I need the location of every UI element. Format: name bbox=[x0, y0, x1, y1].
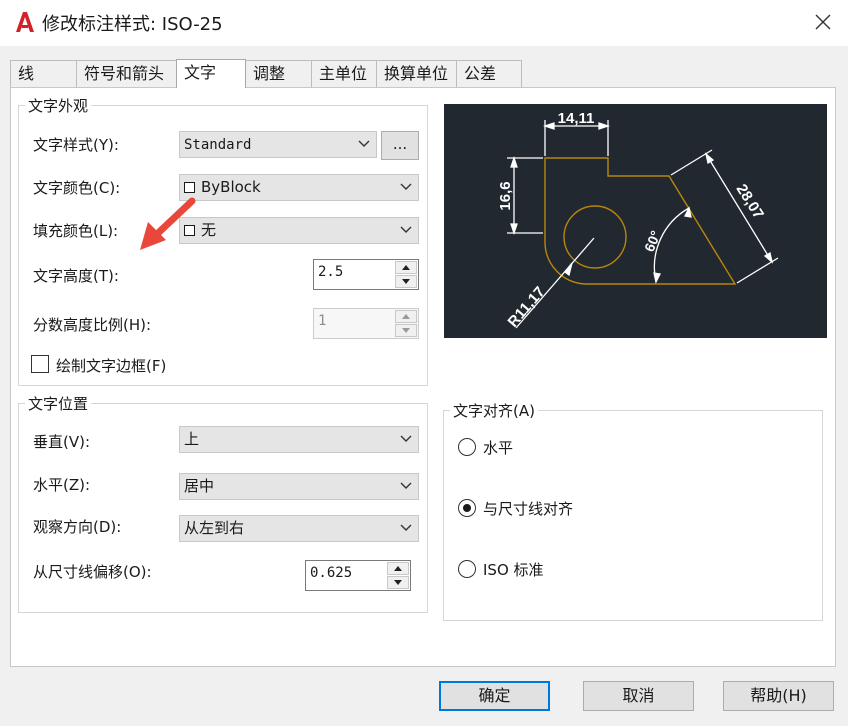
cancel-button[interactable]: 取消 bbox=[583, 681, 694, 711]
preview-background bbox=[444, 104, 827, 338]
triangle-down-icon bbox=[402, 279, 410, 284]
text-height-spinner[interactable]: 2.5 bbox=[313, 259, 419, 290]
tab-lines[interactable]: 线 bbox=[10, 60, 77, 87]
triangle-up-icon bbox=[394, 566, 402, 571]
radio-selected-dot bbox=[463, 504, 471, 512]
text-alignment-group: 文字对齐(A) 水平 与尺寸线对齐 ISO 标准 bbox=[443, 400, 823, 621]
close-button[interactable] bbox=[808, 8, 838, 36]
triangle-up-icon bbox=[402, 265, 410, 270]
offset-value: 0.625 bbox=[310, 565, 353, 581]
fill-color-label: 填充颜色(L): bbox=[33, 222, 119, 240]
triangle-up-icon bbox=[402, 314, 410, 319]
triangle-down-icon bbox=[402, 328, 410, 333]
fraction-height-spinner: 1 bbox=[313, 308, 419, 339]
vertical-dropdown[interactable]: 上 bbox=[179, 426, 419, 453]
view-direction-label: 观察方向(D): bbox=[33, 518, 122, 536]
text-style-value: Standard bbox=[184, 137, 252, 153]
spin-down-button[interactable] bbox=[387, 576, 409, 589]
triangle-down-icon bbox=[394, 580, 402, 585]
chevron-down-icon bbox=[400, 482, 412, 489]
tab-symbols-arrows[interactable]: 符号和箭头 bbox=[76, 60, 177, 87]
text-style-dropdown[interactable]: Standard bbox=[179, 131, 377, 158]
autocad-a-icon bbox=[16, 12, 34, 32]
tab-primary-units[interactable]: 主单位 bbox=[311, 60, 377, 87]
chevron-down-icon bbox=[400, 435, 412, 442]
text-frame-checkbox[interactable] bbox=[31, 355, 49, 373]
dim-top-label: 14,11 bbox=[558, 110, 595, 127]
align-horizontal-label: 水平 bbox=[483, 439, 514, 457]
text-frame-label: 绘制文字边框(F) bbox=[56, 357, 167, 375]
horizontal-dropdown[interactable]: 居中 bbox=[179, 473, 419, 500]
annotation-arrow-icon bbox=[140, 197, 196, 250]
text-placement-legend: 文字位置 bbox=[25, 393, 92, 414]
text-placement-group: 文字位置 垂直(V): 上 水平(Z): 居中 观察方向(D): 从左到右 从尺… bbox=[18, 393, 428, 613]
horizontal-label: 水平(Z): bbox=[33, 476, 91, 494]
chevron-down-icon bbox=[358, 140, 370, 147]
text-alignment-legend: 文字对齐(A) bbox=[450, 400, 538, 421]
spin-up-button[interactable] bbox=[387, 562, 409, 575]
tab-alternate-units[interactable]: 换算单位 bbox=[376, 60, 457, 87]
fill-color-value: 无 bbox=[201, 221, 217, 239]
text-color-label: 文字颜色(C): bbox=[33, 179, 121, 197]
chevron-down-icon bbox=[400, 524, 412, 531]
chevron-down-icon bbox=[400, 183, 412, 190]
vertical-value: 上 bbox=[184, 430, 200, 448]
align-iso-radio[interactable] bbox=[458, 560, 476, 578]
tab-panel-text: 文字外观 文字样式(Y): Standard ... 文字颜色(C): ByBl… bbox=[10, 87, 836, 667]
dim-left-label: 16,6 bbox=[497, 181, 514, 210]
align-iso-label: ISO 标准 bbox=[483, 561, 544, 579]
vertical-label: 垂直(V): bbox=[33, 433, 91, 451]
horizontal-value: 居中 bbox=[184, 477, 215, 495]
view-direction-value: 从左到右 bbox=[184, 519, 245, 537]
spin-down-button[interactable] bbox=[395, 275, 417, 288]
tab-fit[interactable]: 调整 bbox=[245, 60, 312, 87]
text-style-browse-button[interactable]: ... bbox=[381, 131, 419, 160]
align-horizontal-radio[interactable] bbox=[458, 438, 476, 456]
window-title: 修改标注样式: ISO-25 bbox=[42, 14, 223, 35]
text-appearance-legend: 文字外观 bbox=[25, 95, 92, 116]
spin-up-button[interactable] bbox=[395, 261, 417, 274]
tab-text[interactable]: 文字 bbox=[176, 59, 246, 88]
color-swatch-icon bbox=[184, 182, 195, 193]
dimension-preview: 14,11 16,6 28,07 60° R11,17 bbox=[444, 104, 827, 338]
text-appearance-group: 文字外观 文字样式(Y): Standard ... 文字颜色(C): ByBl… bbox=[18, 95, 428, 386]
fill-color-dropdown[interactable]: 无 bbox=[179, 217, 419, 244]
offset-label: 从尺寸线偏移(O): bbox=[33, 563, 152, 581]
close-icon bbox=[815, 14, 831, 30]
view-direction-dropdown[interactable]: 从左到右 bbox=[179, 515, 419, 542]
align-with-dimline-radio[interactable] bbox=[458, 499, 476, 517]
fraction-height-label: 分数高度比例(H): bbox=[33, 316, 152, 334]
help-button[interactable]: 帮助(H) bbox=[723, 681, 834, 711]
text-style-label: 文字样式(Y): bbox=[33, 136, 119, 154]
offset-spinner[interactable]: 0.625 bbox=[305, 560, 411, 591]
text-height-label: 文字高度(T): bbox=[33, 267, 119, 285]
tab-tolerances[interactable]: 公差 bbox=[456, 60, 522, 87]
fraction-height-value: 1 bbox=[318, 313, 327, 329]
text-color-value: ByBlock bbox=[201, 178, 261, 196]
text-height-value: 2.5 bbox=[318, 264, 344, 280]
ok-button[interactable]: 确定 bbox=[439, 681, 550, 711]
align-with-dimline-label: 与尺寸线对齐 bbox=[483, 500, 574, 518]
spin-down-button bbox=[395, 324, 417, 337]
text-color-dropdown[interactable]: ByBlock bbox=[179, 174, 419, 201]
chevron-down-icon bbox=[400, 226, 412, 233]
spin-up-button bbox=[395, 310, 417, 323]
